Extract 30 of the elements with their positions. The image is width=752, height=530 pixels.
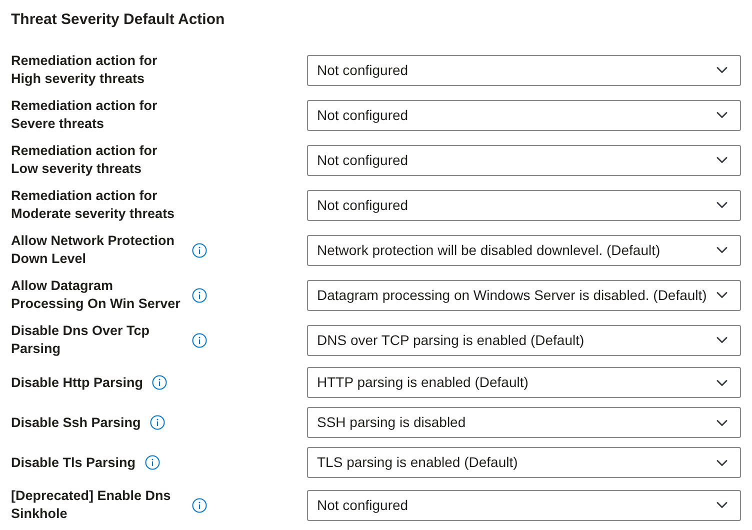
- info-icon[interactable]: [192, 288, 207, 302]
- dropdown-field[interactable]: DNS over TCP parsing is enabled (Default): [307, 324, 741, 356]
- info-icon[interactable]: [144, 455, 160, 470]
- dropdown-field[interactable]: HTTP parsing is enabled (Default): [307, 367, 741, 398]
- dropdown-field[interactable]: SSH parsing is disabled: [307, 407, 741, 438]
- section-title: Threat Severity Default Action: [11, 10, 226, 30]
- setting-label: Disable Tls Parsing: [11, 454, 136, 472]
- dropdown-field[interactable]: Not configured: [307, 190, 741, 220]
- setting-label: Disable Ssh Parsing: [11, 414, 141, 432]
- dropdown-field[interactable]: Network protection will be disabled downlevel. (Default): [307, 234, 741, 266]
- dropdown-field[interactable]: Not configured: [307, 144, 741, 176]
- info-icon[interactable]: [192, 498, 207, 512]
- info-icon[interactable]: [192, 242, 207, 258]
- setting-label: Disable Http Parsing: [11, 374, 144, 392]
- setting-label: Remediation action for High severity threats: [11, 52, 158, 88]
- setting-label: Disable Dns Over Tcp Parsing: [11, 322, 151, 358]
- setting-label: [Deprecated] Enable Dns Sinkhole: [11, 487, 172, 523]
- setting-label: Allow Network Protection Down Level: [11, 232, 176, 268]
- setting-label: Remediation action for Low severity threats: [11, 142, 158, 178]
- info-icon[interactable]: [150, 415, 165, 430]
- setting-label: Remediation action for Moderate severity threats: [11, 187, 176, 223]
- dropdown-field[interactable]: Not configured: [307, 100, 741, 130]
- info-icon[interactable]: [152, 375, 168, 390]
- dropdown-field[interactable]: Not configured: [307, 54, 741, 86]
- setting-label: Remediation action for Severe threats: [11, 97, 158, 133]
- dropdown-field[interactable]: Not configured: [307, 490, 741, 520]
- dropdown-field[interactable]: TLS parsing is enabled (Default): [307, 447, 741, 478]
- info-icon[interactable]: [192, 332, 207, 348]
- dropdown-field[interactable]: Datagram processing on Windows Server is disabled. (Default): [307, 280, 741, 310]
- setting-label: Allow Datagram Processing On Win Server: [11, 277, 182, 313]
